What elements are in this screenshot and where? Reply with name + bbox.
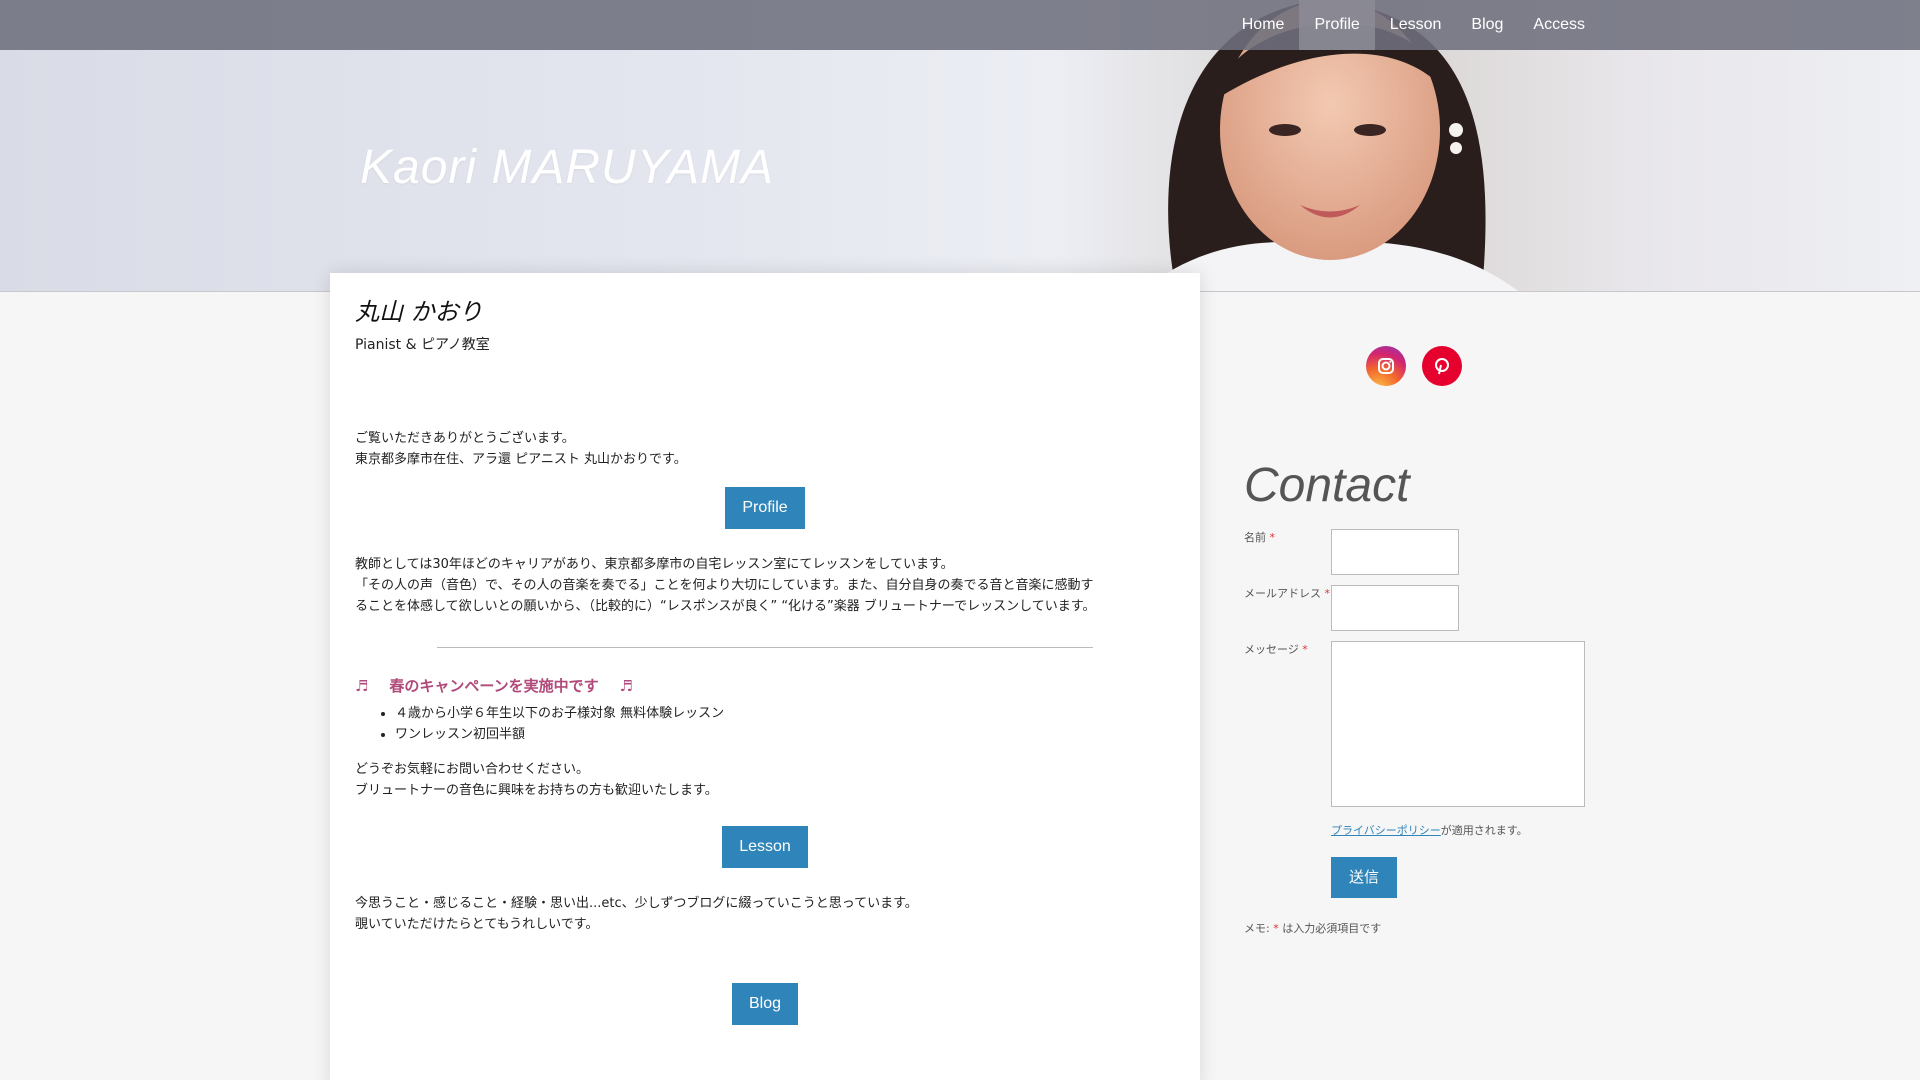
list-item: ワンレッスン初回半額 [395,724,1175,745]
lesson-button[interactable]: Lesson [722,826,808,868]
message-textarea[interactable] [1331,641,1585,807]
required-mark: * [1269,531,1276,544]
submit-button[interactable]: 送信 [1331,857,1397,898]
inquiry-line: ブリュートナーの音色に興味をお持ちの方も歓迎いたします。 [355,783,718,798]
nav-lesson[interactable]: Lesson [1375,0,1457,50]
campaign-title: 春のキャンペーンを実施中です [389,677,599,695]
section-divider [437,647,1093,648]
privacy-suffix: が適用されます。 [1440,824,1528,837]
privacy-notice: プライバシーポリシーが適用されます。 [1331,822,1528,838]
blog-line: 今思うこと・感じること・経験・思い出...etc、少しずつブログに綴っていこうと… [355,896,918,911]
blog-button[interactable]: Blog [731,983,799,1025]
teaching-line: 「その人の声（音色）で、その人の音楽を奏でる」ことを何より大切にしています。また… [355,578,1094,593]
main-nav: Home Profile Lesson Blog Access [1227,0,1600,50]
nav-access[interactable]: Access [1518,0,1600,50]
profile-button[interactable]: Profile [725,487,805,529]
intro-line: ご覧いただきありがとうございます。 [355,431,575,446]
inquiry-paragraph: どうぞお気軽にお問い合わせください。 ブリュートナーの音色に興味をお持ちの方も歓… [355,759,1175,801]
name-label: 名前 * [1244,531,1276,544]
campaign-list: ４歳から小学６年生以下のお子様対象 無料体験レッスン ワンレッスン初回半額 [395,703,1175,745]
page-subtitle: Pianist & ピアノ教室 [355,337,490,353]
nav-blog[interactable]: Blog [1456,0,1518,50]
main-content: 丸山 かおり Pianist & ピアノ教室 ご覧いただきありがとうございます。… [330,273,1200,1080]
pinterest-icon[interactable] [1422,346,1462,386]
nav-home[interactable]: Home [1227,0,1300,50]
teaching-paragraph: 教師としては30年ほどのキャリアがあり、東京都多摩市の自宅レッスン室にてレッスン… [355,554,1175,617]
teaching-line: ることを体感して欲しいとの願いから、（比較的に）“レスポンスが良く” “化ける”… [355,599,1096,614]
music-note-icon: ♬ [619,677,633,695]
inquiry-line: どうぞお気軽にお問い合わせください。 [355,762,590,777]
privacy-policy-link[interactable]: プライバシーポリシー [1331,824,1441,837]
form-memo: メモ: * は入力必須項目です [1244,922,1382,935]
blog-paragraph: 今思うこと・感じること・経験・思い出...etc、少しずつブログに綴っていこうと… [355,893,1175,935]
message-label: メッセージ * [1244,643,1308,656]
music-note-icon: ♬ [355,677,369,695]
list-item: ４歳から小学６年生以下のお子様対象 無料体験レッスン [395,703,1175,724]
top-nav-bar [0,0,1920,50]
required-mark: * [1324,587,1331,600]
intro-paragraph: ご覧いただきありがとうございます。 東京都多摩市在住、アラ還 ピアニスト 丸山か… [355,428,1175,470]
contact-title: Contact [1244,459,1410,512]
email-label: メールアドレス * [1244,587,1331,600]
required-mark: * [1302,643,1308,656]
intro-line: 東京都多摩市在住、アラ還 ピアニスト 丸山かおりです。 [355,452,687,467]
blog-line: 覗いていただけたらとてもうれしいです。 [355,917,599,932]
nav-profile[interactable]: Profile [1299,0,1375,50]
site-title[interactable]: Kaori MARUYAMA [360,140,774,195]
page-heading: 丸山 かおり [355,298,483,326]
campaign-heading: ♬ 春のキャンペーンを実施中です ♬ [355,676,1175,697]
instagram-icon[interactable] [1366,346,1406,386]
email-field[interactable] [1331,585,1459,631]
name-field[interactable] [1331,529,1459,575]
teaching-line: 教師としては30年ほどのキャリアがあり、東京都多摩市の自宅レッスン室にてレッスン… [355,557,954,572]
header-hero: Home Profile Lesson Blog Access Kaori MA… [0,0,1920,292]
